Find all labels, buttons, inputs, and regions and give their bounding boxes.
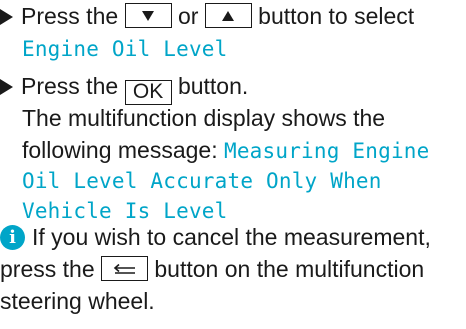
down-button-key (124, 3, 172, 28)
up-button-key (204, 3, 252, 28)
back-arrow-icon (113, 263, 135, 274)
instruction-page: Press the or button to select Engine Oil… (0, 0, 466, 329)
note-press-the: press the (0, 256, 95, 282)
display-message-part-1: Measuring Engine (224, 139, 430, 163)
step1-button-to-select: button to select (258, 3, 415, 29)
step-bullet-icon (0, 79, 13, 95)
step-bullet-icon (0, 9, 13, 25)
step-2: Press the OK button. (0, 70, 248, 105)
step-1: Press the or button to select (0, 0, 414, 32)
step2-result-line-2: following message: Measuring Engine (22, 134, 430, 167)
step2-press-the: Press the (21, 73, 119, 99)
step2-message-line-3: Oil Level Accurate Only When (22, 164, 382, 197)
step2-result-prefix: following message: (22, 137, 218, 163)
menu-item-engine-oil-level: Engine Oil Level (22, 37, 228, 61)
note-line-3: steering wheel. (0, 288, 155, 314)
step1-or: or (177, 3, 199, 29)
step1-press-the: Press the (21, 3, 119, 29)
step1-menu-item-line: Engine Oil Level (22, 32, 228, 65)
step2-result-line-1: The multifunction display shows the (22, 105, 386, 131)
note-button-suffix: button on the multifunction (154, 256, 425, 282)
display-message-part-3: Vehicle Is Level (22, 199, 228, 223)
triangle-up-icon (222, 10, 235, 21)
back-button-key (101, 256, 148, 281)
display-message-part-2: Oil Level Accurate Only When (22, 169, 382, 193)
triangle-down-icon (142, 10, 155, 21)
note-line-2: press the button on the multifunction (0, 253, 424, 285)
step2-button: button. (177, 73, 249, 99)
info-icon: i (0, 225, 25, 250)
note-line-1: If you wish to cancel the measurement, (32, 224, 431, 250)
